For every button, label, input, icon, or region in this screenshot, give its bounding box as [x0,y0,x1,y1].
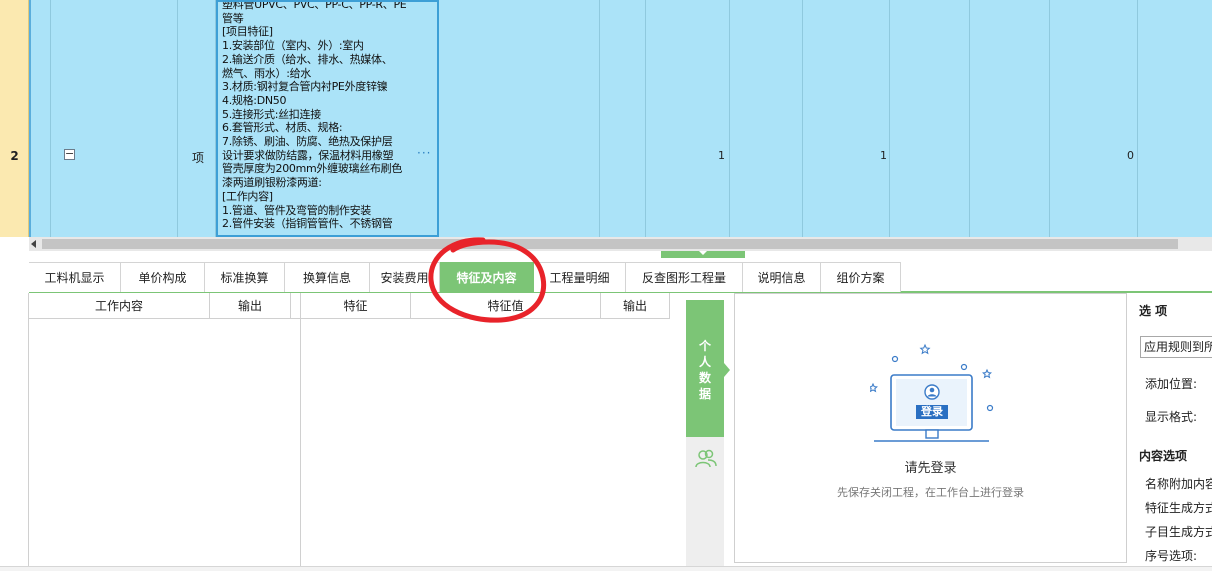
scroll-left-icon[interactable] [31,240,36,248]
login-button[interactable]: 登录 [916,405,948,419]
tab-description[interactable]: 说明信息 [743,262,821,292]
work-content-pane[interactable]: 工作内容 输出 [29,293,301,571]
col-feature[interactable]: 特征 [301,293,411,319]
grid-cell[interactable] [1138,0,1212,237]
login-title: 请先登录 [904,461,957,476]
name-append-label: 名称附加内容 [1145,477,1212,491]
description-cell[interactable]: 塑料管UPVC、PVC、PP-C、PP-R、PE 管等 [项目特征] 1.安装部… [216,0,439,237]
people-icon[interactable] [694,449,718,474]
status-strip [0,566,1212,571]
grid-cell[interactable] [600,0,646,237]
tab-conversion-info[interactable]: 换算信息 [285,262,370,292]
tab-labor-material[interactable]: 工料机显示 [29,262,121,292]
tab-quantity-detail[interactable]: 工程量明细 [534,262,626,292]
tab-pointer-icon [724,363,730,377]
tab-standard-conversion[interactable]: 标准换算 [205,262,285,292]
tab-graphic-quantity[interactable]: 反查图形工程量 [626,262,743,292]
display-format-label: 显示格式: [1145,410,1198,424]
serial-option-label: 序号选项: [1145,549,1198,563]
tab-features-content[interactable]: 特征及内容 [440,262,534,292]
description-text: 塑料管UPVC、PVC、PP-C、PP-R、PE 管等 [项目特征] 1.安装部… [222,0,407,231]
tree-cell [29,0,51,237]
login-panel: 登录 请先登录 先保存关闭工程，在工作台上进行登录 [734,293,1127,563]
feature-pane[interactable]: 特征 特征值 输出 [301,293,686,571]
feature-header: 特征 特征值 输出 [301,293,670,319]
splitter-handle[interactable] [661,251,745,258]
left-gutter [0,293,29,571]
monitor-illustration-icon [868,342,1000,451]
grid-cell[interactable] [439,0,600,237]
login-subtitle: 先保存关闭工程，在工作台上进行登录 [837,486,1024,499]
personal-data-tab[interactable]: 个人数据 [686,300,730,437]
collapse-toggle-icon[interactable]: − [64,148,75,160]
add-position-label: 添加位置: [1145,377,1198,391]
app-root: { "grid": { "row_number": "2", "expand_g… [0,0,1212,571]
col-work-content[interactable]: 工作内容 [29,293,210,319]
quantity-value: 1 [880,149,887,162]
chevron-down-icon [699,251,707,255]
zero-value: 0 [1127,149,1134,162]
type-cell[interactable]: 项 [178,0,216,237]
quantity-value: 1 [718,149,725,162]
horizontal-scrollbar[interactable] [29,237,1212,251]
options-title: 选 项 [1139,304,1168,318]
tab-unit-price[interactable]: 单价构成 [121,262,205,292]
col-output[interactable]: 输出 [601,293,670,319]
value-cell[interactable]: 0 [1050,0,1138,237]
row-number: 2 [10,149,19,163]
tab-install-cost[interactable]: 安装费用 [370,262,440,292]
side-tab-strip: 个人数据 [686,300,730,571]
grid-cell[interactable] [646,0,730,237]
work-content-header: 工作内容 输出 [29,293,300,319]
quantity-cell[interactable]: 1 [718,0,803,237]
content-options-heading: 内容选项 [1139,449,1188,463]
grid-cell[interactable] [890,0,970,237]
detail-tabbar: 工料机显示 单价构成 标准换算 换算信息 安装费用 特征及内容 工程量明细 反查… [29,262,1212,293]
col-output[interactable]: 输出 [210,293,291,319]
personal-data-label: 个人数据 [698,339,711,401]
code-cell[interactable] [51,0,178,237]
apply-rule-select[interactable]: 应用规则到所 [1140,336,1212,358]
tab-pricing-plan[interactable]: 组价方案 [821,262,901,292]
bill-item-row[interactable]: 2 − 项 塑料管UPVC、PVC、PP-C、PP-R、PE 管等 [项目特征]… [0,0,1212,237]
type-value: 项 [192,151,205,165]
feature-gen-label: 特征生成方式 [1145,501,1212,515]
row-number-cell[interactable]: 2 [0,0,29,237]
options-panel: 选 项 应用规则到所 添加位置: 显示格式: 内容选项 名称附加内容 特征生成方… [1127,293,1212,571]
description-more-button[interactable]: ··· [417,146,431,160]
sub-gen-label: 子目生成方式 [1145,525,1212,539]
col-feature-value[interactable]: 特征值 [411,293,601,319]
grid-cell[interactable] [970,0,1050,237]
quantity-cell[interactable]: 1 [803,0,890,237]
scrollbar-thumb[interactable] [42,239,1178,249]
